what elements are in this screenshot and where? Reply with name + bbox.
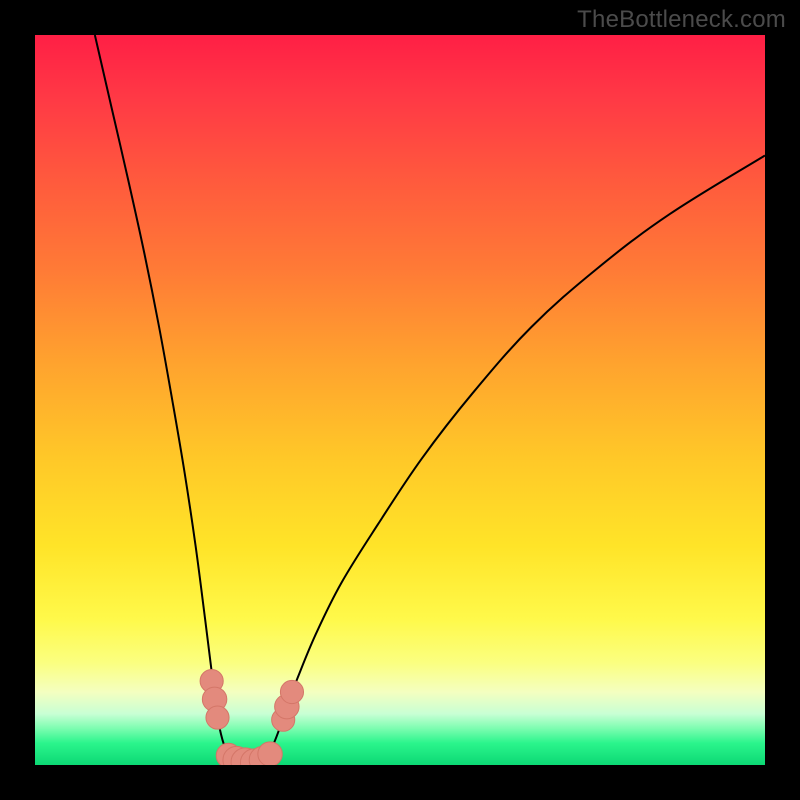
marker-group [200, 669, 303, 765]
plot-area [35, 35, 765, 765]
data-marker [258, 742, 282, 765]
data-marker [206, 706, 229, 729]
chart-frame: TheBottleneck.com [0, 0, 800, 800]
curve-right [254, 155, 765, 762]
watermark-text: TheBottleneck.com [577, 6, 786, 34]
data-marker [280, 680, 303, 703]
curve-svg [35, 35, 765, 765]
curve-left [95, 35, 243, 763]
